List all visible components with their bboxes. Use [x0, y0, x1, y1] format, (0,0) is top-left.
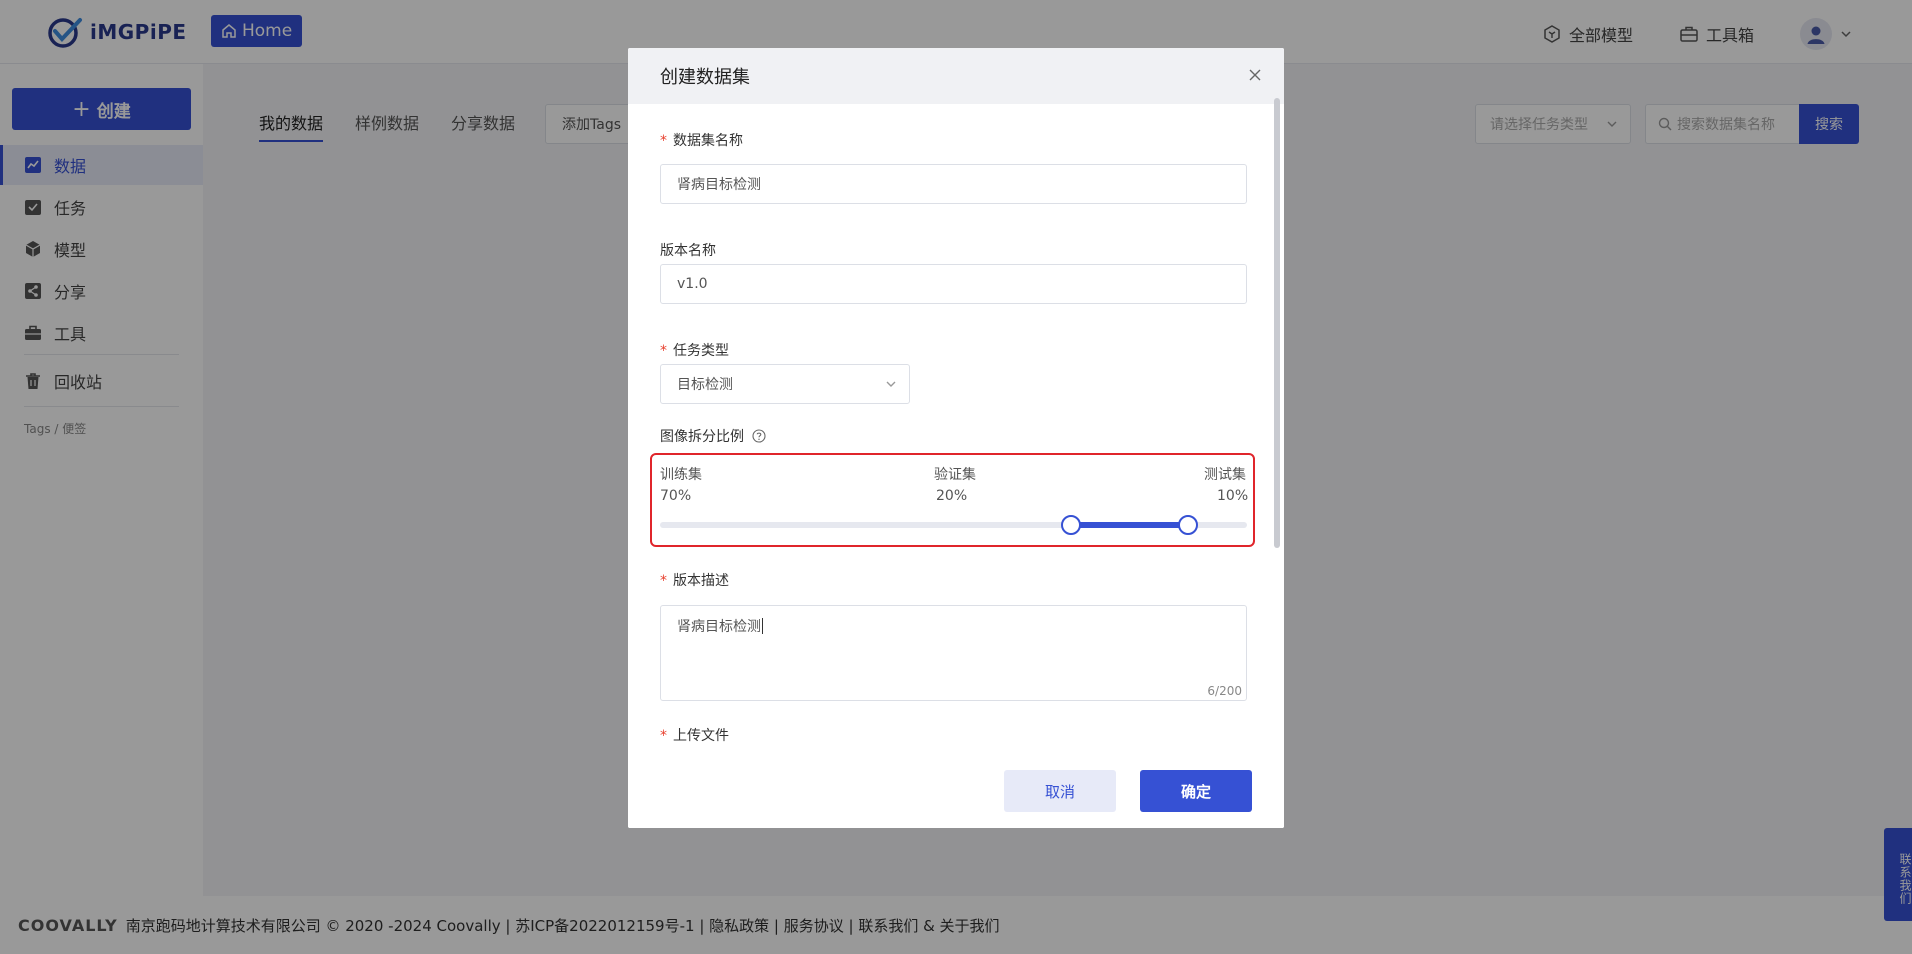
required-mark: * [660, 343, 667, 359]
upload-file-label-text: 上传文件 [673, 728, 729, 744]
cancel-button[interactable]: 取消 [1004, 770, 1116, 812]
dataset-name-input[interactable]: 肾病目标检测 [660, 164, 1247, 204]
split-ratio-label-text: 图像拆分比例 [660, 429, 744, 445]
version-desc-value: 肾病目标检测 [677, 619, 761, 635]
help-icon[interactable] [752, 429, 767, 443]
chevron-down-icon [886, 381, 896, 387]
dialog-footer: 取消 确定 [628, 754, 1284, 828]
test-set-value: 10% [1217, 488, 1249, 504]
version-name-input[interactable]: v1.0 [660, 264, 1247, 304]
dialog-scrollbar[interactable] [1274, 98, 1280, 548]
required-mark: * [660, 133, 667, 149]
test-set-label: 测试集 [1204, 467, 1246, 483]
version-name-label: 版本名称 [660, 243, 716, 259]
required-mark: * [660, 573, 667, 589]
split-ratio-label: 图像拆分比例 [660, 426, 767, 446]
dataset-name-value: 肾病目标检测 [677, 177, 761, 193]
split-slider-handle-train[interactable] [1060, 515, 1081, 535]
text-caret [762, 618, 763, 634]
train-set-value: 70% [660, 488, 692, 504]
version-desc-textarea[interactable]: 肾病目标检测 6/200 [660, 605, 1247, 701]
required-mark: * [660, 728, 667, 744]
confirm-button[interactable]: 确定 [1140, 770, 1252, 812]
dataset-name-label: * 数据集名称 [660, 130, 743, 150]
version-desc-label: * 版本描述 [660, 570, 729, 590]
val-set-label: 验证集 [934, 467, 976, 483]
task-type-value: 目标检测 [677, 377, 733, 393]
create-dataset-dialog: 创建数据集 * 数据集名称 肾病目标检测 版本名称 v1.0 * 任务类型 目标检测… [628, 48, 1284, 828]
dataset-name-label-text: 数据集名称 [673, 133, 743, 149]
version-name-value: v1.0 [677, 276, 708, 292]
task-type-dropdown[interactable]: 目标检测 [660, 364, 910, 404]
upload-file-label: * 上传文件 [660, 725, 729, 745]
task-type-label: * 任务类型 [660, 340, 729, 360]
train-set-label: 训练集 [660, 467, 702, 483]
split-slider-range [1070, 522, 1189, 528]
char-counter: 6/200 [1207, 684, 1242, 698]
val-set-value: 20% [936, 488, 968, 504]
version-desc-label-text: 版本描述 [673, 573, 729, 589]
task-type-label-text: 任务类型 [673, 343, 729, 359]
